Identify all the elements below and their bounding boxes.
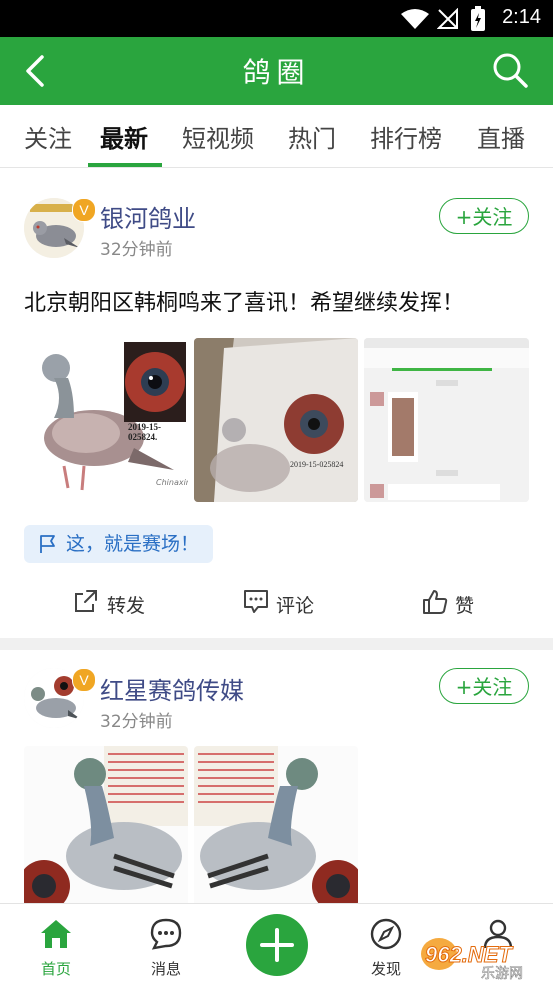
verified-badge: V (72, 198, 96, 222)
topic-tag[interactable]: 这，就是赛场！ (24, 525, 214, 563)
image-caption: 2019-15-025824 (290, 460, 344, 469)
post-time: 32分钟前 (100, 240, 173, 260)
site-watermark: 962.NET 乐游网 (417, 928, 545, 982)
nav-messages[interactable]: 消息 (126, 912, 206, 978)
comment-label: 评论 (276, 595, 315, 617)
status-time: 2:14 (502, 6, 541, 28)
home-icon (41, 920, 71, 948)
image-caption: 2019-15-025824. (128, 422, 161, 442)
add-icon (260, 928, 294, 962)
tab-hot[interactable]: 热门 (288, 119, 336, 154)
compass-icon (370, 918, 402, 950)
watermark-logo: 962.NET 乐游网 (421, 938, 523, 982)
search-icon[interactable] (491, 51, 529, 89)
post-time: 32分钟前 (100, 712, 173, 732)
svg-text:962.NET: 962.NET (425, 942, 513, 967)
post-image[interactable] (194, 746, 358, 903)
post-image[interactable]: 2019-15-025824 (194, 338, 358, 502)
page-title: 鸽圈 (242, 56, 311, 89)
verified-badge: V (72, 668, 96, 692)
post-divider (0, 638, 553, 650)
chat-screenshot (364, 338, 529, 502)
pigeon-photo (24, 746, 188, 903)
share-label: 转发 (107, 595, 146, 617)
follow-button[interactable]: +关注 (439, 668, 529, 704)
like-button[interactable]: 赞 (423, 590, 475, 618)
add-button[interactable] (246, 914, 308, 976)
nav-home[interactable]: 首页 (16, 912, 96, 978)
comment-icon (244, 590, 268, 613)
category-tabs: 关注 最新 短视频 热门 排行榜 直播 (0, 105, 553, 168)
tab-latest[interactable]: 最新 (100, 119, 148, 154)
nav-discover[interactable]: 发现 (346, 912, 426, 978)
like-label: 赞 (455, 595, 475, 617)
nav-home-label: 首页 (40, 960, 71, 978)
nav-discover-label: 发现 (370, 960, 401, 978)
tab-following[interactable]: 关注 (24, 119, 72, 154)
tab-live[interactable]: 直播 (477, 119, 525, 154)
message-icon (150, 918, 182, 950)
post-username[interactable]: 银河鸽业 (100, 199, 196, 234)
post-image[interactable] (364, 338, 529, 502)
pigeon-photo (194, 746, 358, 903)
certificate-photo (194, 338, 358, 502)
post-image[interactable] (24, 746, 188, 903)
feed-post: V 红星赛鸽传媒 32分钟前 +关注 (0, 650, 553, 903)
feed-post: V 银河鸽业 32分钟前 +关注 北京朝阳区韩桐鸣来了喜讯！希望继续发挥！ 20… (0, 168, 553, 640)
tab-active-indicator (88, 163, 162, 167)
wifi-icon (401, 9, 429, 29)
comment-button[interactable]: 评论 (244, 590, 315, 618)
app-header: 鸽圈 (0, 37, 553, 105)
post-text: 北京朝阳区韩桐鸣来了喜讯！希望继续发挥！ (24, 291, 465, 316)
svg-text:乐游网: 乐游网 (481, 966, 523, 980)
status-bar: 2:14 (0, 0, 553, 37)
image-brand: Chinaxin (156, 478, 188, 487)
follow-button[interactable]: +关注 (439, 198, 529, 234)
tab-short-video[interactable]: 短视频 (182, 119, 254, 154)
flag-icon (40, 535, 55, 553)
share-icon (75, 590, 97, 612)
topic-tag-label: 这，就是赛场！ (66, 533, 200, 555)
signal-icon (437, 8, 458, 29)
like-icon (423, 590, 448, 614)
share-button[interactable]: 转发 (75, 590, 146, 618)
post-username[interactable]: 红星赛鸽传媒 (100, 671, 244, 706)
battery-icon (471, 6, 485, 31)
nav-messages-label: 消息 (150, 960, 181, 978)
post-image[interactable]: 2019-15-025824. Chinaxin (24, 338, 188, 502)
tab-ranking[interactable]: 排行榜 (370, 119, 442, 154)
